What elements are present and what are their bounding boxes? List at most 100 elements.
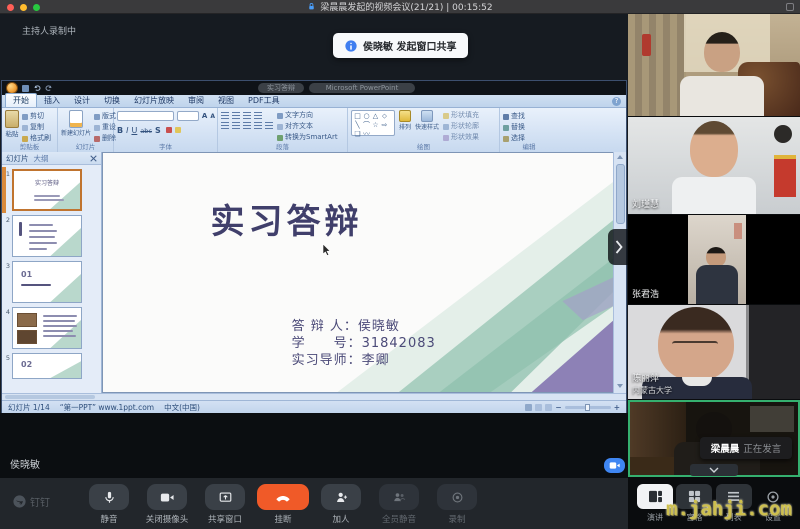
cut-button[interactable]: 剪切 xyxy=(22,112,51,121)
share-window-button[interactable]: 共享窗口 xyxy=(203,484,247,525)
video-tile-3[interactable]: 张君浩 xyxy=(628,215,800,304)
zoom-slider-knob[interactable] xyxy=(585,404,590,411)
align-left-icon[interactable] xyxy=(221,122,229,129)
slide-thumbnail-1[interactable]: 实习答辩 xyxy=(12,169,82,211)
find-button[interactable]: 查找 xyxy=(503,112,556,121)
slideshow-view-icon[interactable] xyxy=(545,404,552,411)
thumbnail-row-2[interactable]: 2 xyxy=(4,215,101,257)
close-panel-icon[interactable] xyxy=(90,155,97,162)
camera-off-button[interactable]: 关闭摄像头 xyxy=(145,484,189,525)
ribbon-tab-pdf-tools[interactable]: PDF工具 xyxy=(241,94,287,107)
new-slide-label[interactable]: 新建幻灯片 xyxy=(61,128,91,137)
sorter-view-icon[interactable] xyxy=(535,404,542,411)
zoom-out-icon[interactable]: − xyxy=(555,403,561,412)
video-tile-4[interactable]: 陈丽萍 内蒙古大学 xyxy=(628,305,800,399)
indent-decrease-icon[interactable] xyxy=(243,112,251,119)
fullscreen-window-button[interactable] xyxy=(33,4,40,11)
zoom-in-icon[interactable]: + xyxy=(614,403,620,412)
underline-button[interactable]: U xyxy=(131,126,137,135)
expand-icon[interactable] xyxy=(786,3,794,11)
video-tile-1[interactable] xyxy=(628,14,800,116)
sharer-camera-badge[interactable] xyxy=(604,458,625,473)
participant-body xyxy=(680,76,764,116)
indent-increase-icon[interactable] xyxy=(254,112,262,119)
reset-button[interactable]: 重设 xyxy=(94,123,116,132)
record-button[interactable]: 录制 xyxy=(435,484,479,525)
mute-button[interactable]: 静音 xyxy=(87,484,131,525)
normal-view-icon[interactable] xyxy=(525,404,532,411)
numbering-icon[interactable] xyxy=(232,112,240,119)
ribbon-tab-review[interactable]: 审阅 xyxy=(181,94,211,107)
strikethrough-button[interactable]: abc xyxy=(140,127,152,135)
paste-icon[interactable] xyxy=(5,110,19,128)
ribbon-tab-home[interactable]: 开始 xyxy=(5,93,37,107)
columns-icon[interactable] xyxy=(265,122,273,129)
zoom-slider[interactable] xyxy=(565,406,611,409)
grow-shrink-font[interactable]: AA xyxy=(202,112,215,121)
slides-panel-tab[interactable]: 幻灯片 xyxy=(6,153,29,164)
outline-panel-tab[interactable]: 大纲 xyxy=(34,153,49,164)
thumbnail-row-1[interactable]: 1 实习答辩 xyxy=(4,169,101,211)
slide-thumbnail-3[interactable]: 01 xyxy=(12,261,82,303)
ribbon-tab-transitions[interactable]: 切换 xyxy=(97,94,127,107)
video-tile-2[interactable]: 刘瑾慧 xyxy=(628,117,800,214)
shadow-button[interactable]: S xyxy=(155,126,161,135)
next-page-overlay-button[interactable] xyxy=(608,229,629,265)
shapes-gallery[interactable]: □○△⬦╲ ⌒☆⇨❏〰 xyxy=(351,110,395,136)
collapse-tiles-button[interactable] xyxy=(690,464,738,476)
slide-thumbnail-2[interactable] xyxy=(12,215,82,257)
justify-icon[interactable] xyxy=(254,122,262,129)
replace-button[interactable]: 替换 xyxy=(503,123,556,132)
shape-fill-button[interactable]: 形状填充 xyxy=(443,111,479,120)
scroll-up-icon[interactable] xyxy=(617,155,623,159)
scrollbar-thumb[interactable] xyxy=(616,164,625,224)
hscrollbar-thumb[interactable] xyxy=(5,395,95,399)
slide-thumbnail-5[interactable]: 02 xyxy=(12,353,82,379)
quick-access-toolbar[interactable] xyxy=(22,84,53,92)
copy-button[interactable]: 复制 xyxy=(22,123,51,132)
new-slide-icon[interactable] xyxy=(69,110,83,128)
undo-icon[interactable] xyxy=(33,84,41,92)
ribbon-tab-view[interactable]: 视图 xyxy=(211,94,241,107)
ribbon-tab-insert[interactable]: 插入 xyxy=(37,94,67,107)
layout-button[interactable]: 版式 xyxy=(94,112,116,121)
slide[interactable]: 实习答辩 答 辩 人：侯晓敏 学 号：31842083 实习导师：李卿 xyxy=(102,152,615,393)
add-person-button[interactable]: 加人 xyxy=(319,484,363,525)
quick-styles-icon[interactable] xyxy=(421,110,433,122)
bullets-icon[interactable] xyxy=(221,112,229,119)
shape-outline-button[interactable]: 形状轮廓 xyxy=(443,122,479,131)
thumbnail-row-3[interactable]: 3 01 xyxy=(4,261,101,303)
quick-styles-label[interactable]: 快速样式 xyxy=(415,122,439,131)
arrange-icon[interactable] xyxy=(399,110,411,122)
vertical-scrollbar[interactable] xyxy=(613,152,626,393)
scroll-down-icon[interactable] xyxy=(617,384,623,388)
help-icon[interactable]: ? xyxy=(612,97,621,106)
font-color-icon[interactable] xyxy=(166,127,172,133)
close-window-button[interactable] xyxy=(7,4,14,11)
text-direction-button[interactable]: 文字方向 xyxy=(277,111,338,120)
thumbnail-row-4[interactable]: 4 xyxy=(4,307,101,349)
save-icon[interactable] xyxy=(22,85,29,92)
ribbon-tab-design[interactable]: 设计 xyxy=(67,94,97,107)
align-right-icon[interactable] xyxy=(243,122,251,129)
arrange-label[interactable]: 排列 xyxy=(399,122,411,131)
hangup-button[interactable]: 挂断 xyxy=(261,484,305,525)
font-name-combobox[interactable] xyxy=(117,111,174,121)
italic-button[interactable]: I xyxy=(126,126,128,135)
slide-info-block[interactable]: 答 辩 人：侯晓敏 学 号：31842083 实习导师：李卿 xyxy=(292,318,436,369)
redo-icon[interactable] xyxy=(45,84,53,92)
slide-thumbnail-4[interactable] xyxy=(12,307,82,349)
minimize-window-button[interactable] xyxy=(20,4,27,11)
paste-label[interactable]: 粘贴 xyxy=(6,128,19,138)
align-center-icon[interactable] xyxy=(232,122,240,129)
align-text-button[interactable]: 对齐文本 xyxy=(277,122,338,131)
mute-all-button[interactable]: 全员静音 xyxy=(377,484,421,525)
thumbnail-row-5[interactable]: 5 02 xyxy=(4,353,101,379)
horizontal-scrollbar[interactable] xyxy=(2,393,626,400)
slide-title[interactable]: 实习答辩 xyxy=(103,194,471,243)
language-indicator[interactable]: 中文(中国) xyxy=(164,402,200,413)
ribbon-tab-slideshow[interactable]: 幻灯片放映 xyxy=(127,94,181,107)
bold-button[interactable]: B xyxy=(117,126,123,135)
font-size-combobox[interactable] xyxy=(177,111,199,121)
highlight-color-icon[interactable] xyxy=(175,127,181,133)
